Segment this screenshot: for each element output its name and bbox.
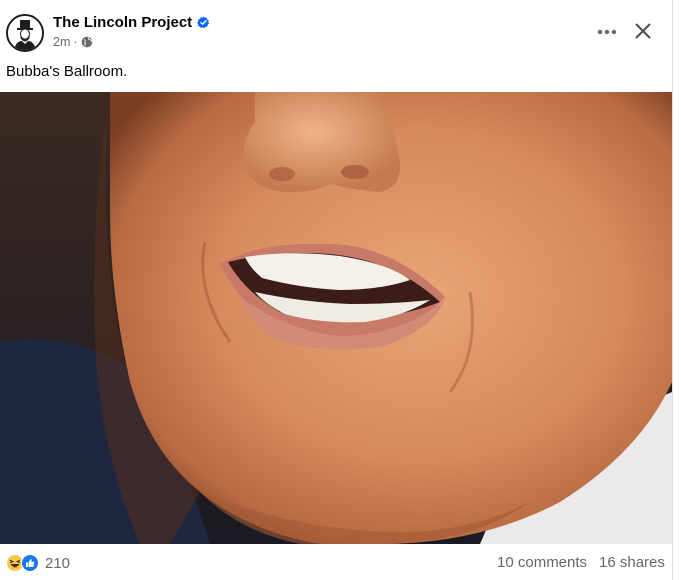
page-name-link[interactable]: The Lincoln Project xyxy=(53,14,210,31)
close-button[interactable] xyxy=(628,16,658,46)
lincoln-avatar-icon xyxy=(8,16,42,50)
like-icon xyxy=(21,554,39,572)
face-closeup-photo xyxy=(0,92,672,544)
comments-count-link[interactable]: 10 comments xyxy=(497,554,587,571)
shares-count-link[interactable]: 16 shares xyxy=(599,554,665,571)
meta-separator: · xyxy=(73,35,78,49)
close-icon xyxy=(635,23,651,39)
more-horizontal-icon xyxy=(597,29,617,35)
post-footer: 210 10 comments 16 shares xyxy=(0,546,672,580)
reaction-count: 210 xyxy=(45,554,71,572)
reactions-summary[interactable]: 210 xyxy=(6,554,70,572)
post-card: The Lincoln Project 2m · Bubba's Ballroo… xyxy=(0,0,673,580)
globe-icon xyxy=(81,36,92,48)
post-photo[interactable] xyxy=(0,92,672,544)
post-header: The Lincoln Project 2m · xyxy=(0,0,672,60)
more-options-button[interactable] xyxy=(590,18,624,46)
page-name[interactable]: The Lincoln Project xyxy=(53,14,192,31)
post-timestamp[interactable]: 2m xyxy=(53,35,70,49)
verified-badge-icon xyxy=(197,16,210,29)
post-caption: Bubba's Ballroom. xyxy=(6,63,128,80)
post-meta: 2m · xyxy=(53,35,93,49)
page-avatar[interactable] xyxy=(6,14,44,52)
